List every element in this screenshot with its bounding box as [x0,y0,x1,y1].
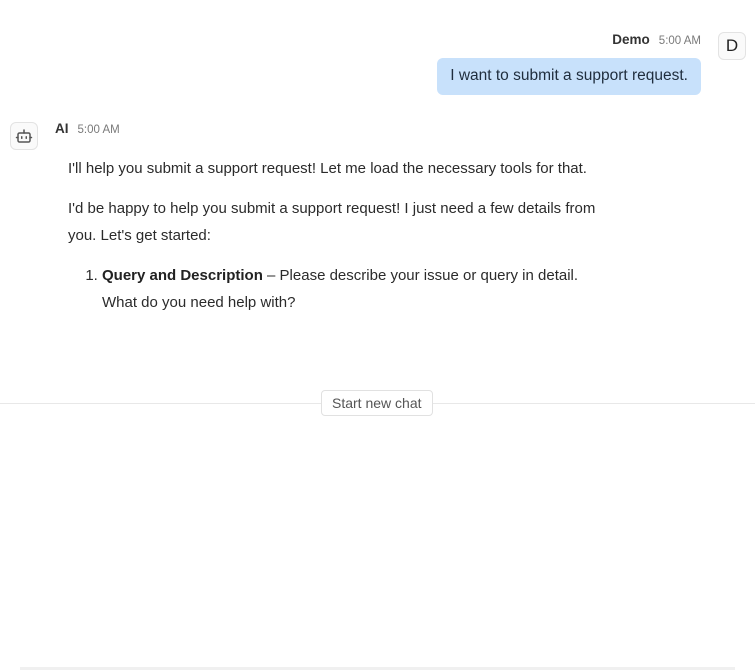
ai-list: Query and Description – Please describe … [68,262,608,316]
chat-thread: Demo 5:00 AM D I want to submit a suppor… [0,0,755,670]
ai-message-meta: AI 5:00 AM [55,121,120,136]
user-message-time: 5:00 AM [658,35,701,47]
ai-paragraph: I'd be happy to help you submit a suppor… [68,200,596,244]
user-message-bubble: I want to submit a support request. [437,58,701,95]
robot-icon [15,129,33,143]
user-message-meta: Demo 5:00 AM [612,32,701,47]
user-name: Demo [612,32,650,47]
ai-message-time: 5:00 AM [77,124,120,136]
ai-name: AI [55,121,69,136]
list-item: Query and Description – Please describe … [102,262,608,316]
list-item-title: Query and Description [102,267,263,284]
ai-message-body: I'll help you submit a support request! … [68,155,608,316]
start-new-chat-button[interactable]: Start new chat [321,390,433,416]
ai-avatar [10,122,38,150]
user-avatar: D [718,32,746,60]
ai-paragraph: I'll help you submit a support request! … [68,160,587,177]
